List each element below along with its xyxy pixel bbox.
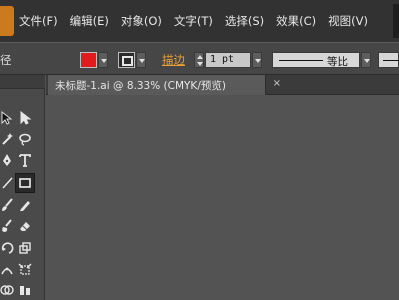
magic-wand-tool-icon[interactable] bbox=[0, 130, 16, 148]
stroke-dropdown-icon[interactable] bbox=[136, 52, 146, 68]
pen-tool-icon[interactable] bbox=[0, 151, 16, 169]
brush-line-icon bbox=[383, 60, 399, 61]
document-tab-title: 未标题-1.ai @ 8.33% (CMYK/预览) bbox=[55, 80, 226, 92]
stroke-width-spinner-icon[interactable] bbox=[194, 52, 204, 68]
profile-dropdown-icon[interactable] bbox=[361, 52, 371, 68]
menu-items: 文件(F) 编辑(E) 对象(O) 文字(T) 选择(S) 效果(C) 视图(V… bbox=[19, 0, 380, 42]
stroke-label[interactable]: 描边 bbox=[162, 52, 185, 68]
type-tool-icon[interactable] bbox=[16, 151, 34, 169]
width-tool-icon[interactable] bbox=[0, 261, 16, 279]
menu-file[interactable]: 文件(F) bbox=[19, 13, 58, 29]
artboard-canvas[interactable] bbox=[46, 96, 399, 300]
fill-color-swatch[interactable] bbox=[80, 52, 97, 68]
profile-line-icon bbox=[279, 60, 323, 61]
tools-panel-grip[interactable] bbox=[0, 75, 45, 89]
profile-label: 等比 bbox=[327, 56, 348, 68]
menu-bar: 文件(F) 编辑(E) 对象(O) 文字(T) 选择(S) 效果(C) 视图(V… bbox=[0, 0, 399, 42]
eraser-tool-icon[interactable] bbox=[16, 217, 34, 235]
menu-bar-edge bbox=[393, 4, 399, 38]
paintbrush-tool-icon[interactable] bbox=[0, 196, 16, 214]
selection-tool-icon[interactable] bbox=[0, 109, 16, 127]
scale-tool-icon[interactable] bbox=[16, 239, 34, 257]
selection-label: 径 bbox=[0, 53, 12, 67]
close-icon[interactable]: × bbox=[273, 78, 281, 89]
menu-type[interactable]: 文字(T) bbox=[174, 13, 213, 29]
line-tool-icon[interactable] bbox=[0, 174, 16, 192]
menu-select[interactable]: 选择(S) bbox=[225, 13, 264, 29]
menu-effect[interactable]: 效果(C) bbox=[276, 13, 316, 29]
perspective-tool-icon[interactable] bbox=[16, 281, 34, 299]
free-transform-tool-icon[interactable] bbox=[16, 261, 34, 279]
document-tab-strip: 未标题-1.ai @ 8.33% (CMYK/预览) × bbox=[46, 75, 399, 95]
stroke-width-field[interactable]: 1 pt bbox=[205, 52, 251, 68]
menu-object[interactable]: 对象(O) bbox=[121, 13, 162, 29]
pencil-tool-icon[interactable] bbox=[16, 196, 34, 214]
direct-selection-tool-icon[interactable] bbox=[16, 109, 34, 127]
illustrator-window: 文件(F) 编辑(E) 对象(O) 文字(T) 选择(S) 效果(C) 视图(V… bbox=[0, 0, 399, 300]
variable-width-profile[interactable]: 等比 bbox=[272, 52, 360, 68]
app-logo bbox=[0, 6, 14, 36]
fill-dropdown-icon[interactable] bbox=[98, 52, 108, 68]
blob-brush-tool-icon[interactable] bbox=[0, 217, 16, 235]
lasso-tool-icon[interactable] bbox=[16, 130, 34, 148]
tools-panel bbox=[0, 75, 45, 300]
stroke-width-dropdown-icon[interactable] bbox=[252, 52, 262, 68]
brush-definition[interactable] bbox=[378, 52, 399, 68]
control-bar: 径 描边 1 pt 等比 bbox=[0, 42, 399, 75]
stroke-color-swatch[interactable] bbox=[118, 52, 135, 68]
shape-builder-tool-icon[interactable] bbox=[0, 281, 16, 299]
menu-edit[interactable]: 编辑(E) bbox=[70, 13, 109, 29]
rectangle-tool-icon[interactable] bbox=[15, 173, 35, 193]
document-tab[interactable]: 未标题-1.ai @ 8.33% (CMYK/预览) × bbox=[48, 75, 281, 95]
rotate-tool-icon[interactable] bbox=[0, 239, 16, 257]
menu-view[interactable]: 视图(V) bbox=[328, 13, 368, 29]
